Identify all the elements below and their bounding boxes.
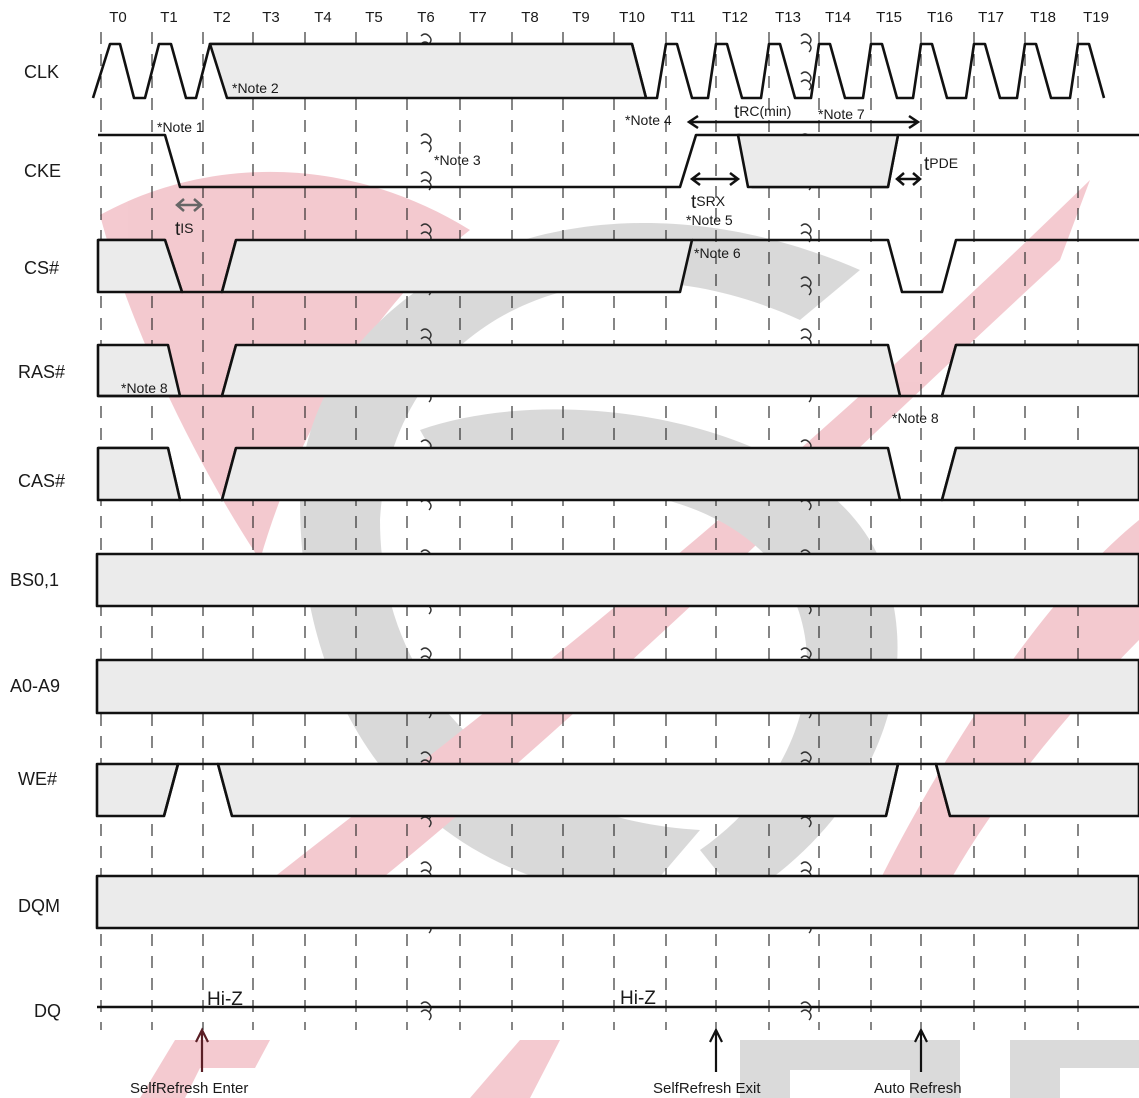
clock-label-t15: T15 [876,9,902,26]
clock-label-t16: T16 [927,9,953,26]
signal-label-dq: DQ [34,1001,61,1021]
clock-label-t9: T9 [572,9,590,26]
clock-label-t0: T0 [109,9,127,26]
break-mark-1-0 [800,33,812,53]
self-refresh-exit-label: SelfRefresh Exit [653,1080,761,1097]
tsrx-label: tSRX [691,192,726,213]
clock-label-t8: T8 [521,9,539,26]
tpde-label: tPDE [924,154,958,175]
clock-label-t1: T1 [160,9,178,26]
self-refresh-timing-diagram: T0 T1 T2 T3 T4 T5 T6 T7 T8 T9 T10 T11 T12 T13 T14 T15 T1… [10,9,1139,1098]
clock-label-t13: T13 [775,9,801,26]
hi-z-label-1: Hi-Z [207,989,243,1010]
clock-label-t18: T18 [1030,9,1056,26]
note-8-ras: *Note 8 [121,380,168,396]
clock-label-t10: T10 [619,9,645,26]
cs-dont-care-region [220,238,694,294]
ras-dont-care-region [220,343,902,398]
clock-label-t6: T6 [417,9,435,26]
cke-dont-care-region [736,133,900,189]
signal-label-addr: A0-A9 [10,676,60,696]
clock-label-t5: T5 [365,9,383,26]
break-mark-1-1 [800,71,812,91]
tpde-arrow [895,172,922,186]
clock-label-t7: T7 [469,9,487,26]
clock-label-t2: T2 [213,9,231,26]
signal-label-cs: CS# [24,258,59,278]
clock-label-t19: T19 [1083,9,1109,26]
break-mark-0-2 [420,133,432,153]
hi-z-label-2: Hi-Z [620,988,656,1009]
signal-label-bs: BS0,1 [10,570,59,590]
note-3: *Note 3 [434,152,481,168]
self-refresh-exit-arrow [709,1027,723,1072]
clock-labels: T0 T1 T2 T3 T4 T5 T6 T7 T8 T9 T10 T11 T12 T13 T14 T15 T1… [109,9,1109,26]
note-8-right: *Note 8 [892,410,939,426]
note-5: *Note 5 [686,212,733,228]
signal-label-clk: CLK [24,62,59,82]
clock-label-t14: T14 [825,9,851,26]
note-4: *Note 4 [625,112,672,128]
note-1: *Note 1 [157,119,204,135]
clock-label-t3: T3 [262,9,280,26]
cas-pre-region [96,446,182,502]
break-mark-1-18 [800,1001,812,1021]
signal-label-cas: CAS# [18,471,65,491]
signal-labels: CLK CKE CS# RAS# CAS# BS0,1 A0-A9 WE# DQ… [10,62,65,1021]
auto-refresh-label: Auto Refresh [874,1080,962,1097]
watermark [100,171,1139,1098]
clock-label-t12: T12 [722,9,748,26]
signal-label-cke: CKE [24,161,61,181]
clock-label-t17: T17 [978,9,1004,26]
signal-label-dqm: DQM [18,896,60,916]
cas-dont-care-region [220,446,902,502]
cas-post-region [940,446,1139,502]
signal-label-ras: RAS# [18,362,65,382]
note-2: *Note 2 [232,80,279,96]
ras-post-region [940,343,1139,398]
clock-label-t4: T4 [314,9,332,26]
note-6: *Note 6 [694,245,741,261]
trc-arrow [686,114,921,130]
trc-label: tRC(min) [734,102,791,123]
self-refresh-enter-label: SelfRefresh Enter [130,1080,248,1097]
dqm-dont-care-bus [95,874,1139,930]
we-dont-care-region [216,762,900,818]
note-7: *Note 7 [818,106,865,122]
break-mark-0-18 [420,1001,432,1021]
signal-label-we: WE# [18,769,57,789]
we-post-region [934,762,1139,818]
bs-dont-care-bus [95,552,1139,608]
addr-dont-care-bus [95,658,1139,715]
clock-label-t11: T11 [671,9,696,26]
tsrx-arrow [689,172,741,186]
